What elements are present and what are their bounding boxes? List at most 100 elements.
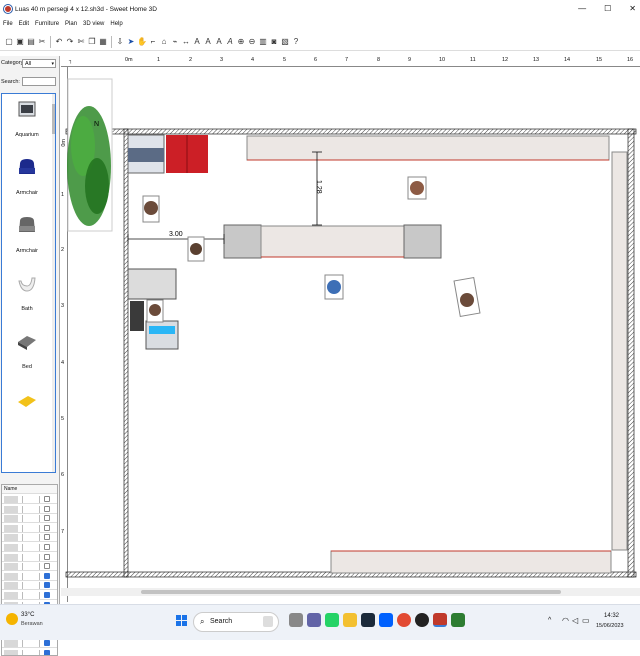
- weather-temp[interactable]: 33°C: [21, 612, 34, 618]
- decrease-text-icon[interactable]: A: [214, 36, 224, 48]
- create-photo-icon[interactable]: ▥: [258, 36, 268, 48]
- zoom-in-icon[interactable]: ⊕: [236, 36, 246, 48]
- visible-checkbox[interactable]: [44, 496, 50, 502]
- windows-start-icon[interactable]: [176, 615, 188, 627]
- menu-furniture[interactable]: Furniture: [35, 21, 59, 27]
- battery-icon[interactable]: ▭: [582, 616, 590, 625]
- whatsapp-icon[interactable]: [325, 613, 339, 627]
- furniture-list-row[interactable]: [2, 591, 57, 600]
- visible-checkbox[interactable]: [44, 649, 50, 655]
- visible-checkbox[interactable]: [44, 592, 50, 598]
- visible-checkbox[interactable]: [44, 544, 50, 550]
- help-icon[interactable]: ?: [291, 36, 301, 48]
- fish-tank[interactable]: [145, 320, 179, 350]
- pan-mode-icon[interactable]: ✋: [137, 36, 147, 48]
- counter-top-row[interactable]: [246, 135, 610, 161]
- italic-text-icon[interactable]: A: [225, 36, 235, 48]
- zoom-out-icon[interactable]: ⊖: [247, 36, 257, 48]
- select-mode-icon[interactable]: ➤: [126, 36, 136, 48]
- dimension-horizontal[interactable]: 3.00: [127, 231, 225, 244]
- furniture-list-row[interactable]: [2, 543, 57, 552]
- minimize-button[interactable]: —: [578, 4, 586, 13]
- catalog-item-bath[interactable]: Bath: [2, 268, 52, 326]
- plan-view[interactable]: ┐ 0m 1 2 3 4 5 6 7 8 9 10 11 12 13 14 15…: [61, 56, 640, 602]
- floor-plan-drawing[interactable]: N 3.00 1.28: [61, 56, 640, 602]
- visible-checkbox[interactable]: [44, 572, 50, 579]
- person-figure[interactable]: [324, 274, 344, 300]
- furniture-list-row[interactable]: [2, 562, 57, 572]
- red-curtain[interactable]: [166, 135, 208, 173]
- speaker-icon[interactable]: ◁: [572, 616, 578, 625]
- new-home-icon[interactable]: ▢: [4, 36, 14, 48]
- scrollbar-thumb[interactable]: [141, 590, 561, 594]
- redo-icon[interactable]: ↷: [65, 36, 75, 48]
- clock-date[interactable]: 15/06/2023: [596, 623, 624, 629]
- island-counter[interactable]: [223, 224, 442, 259]
- create-rooms-icon[interactable]: ⌂: [159, 36, 169, 48]
- task-view-icon[interactable]: [289, 613, 303, 627]
- cut-icon[interactable]: ✂: [37, 36, 47, 48]
- close-button[interactable]: ✕: [629, 4, 636, 13]
- media-player-icon[interactable]: [415, 613, 429, 627]
- wifi-icon[interactable]: ◠: [562, 616, 569, 625]
- create-polylines-icon[interactable]: ⌁: [170, 36, 180, 48]
- camera-icon[interactable]: ◙: [269, 36, 279, 48]
- scissors-icon[interactable]: ✄: [76, 36, 86, 48]
- furniture-list-row[interactable]: [2, 533, 57, 543]
- furniture-list-row[interactable]: [2, 572, 57, 581]
- catalog-item-partial[interactable]: [2, 384, 52, 442]
- store-icon[interactable]: [361, 613, 375, 627]
- furniture-list-row[interactable]: [2, 649, 57, 655]
- catalog-scrollbar[interactable]: [52, 94, 55, 472]
- counter-bottom-row[interactable]: [330, 550, 612, 574]
- plan-horizontal-scrollbar[interactable]: [61, 588, 640, 596]
- chrome-icon[interactable]: [397, 613, 411, 627]
- dropbox-icon[interactable]: [379, 613, 393, 627]
- person-figure[interactable]: [407, 176, 427, 200]
- sweet-home-3d-icon[interactable]: [433, 613, 447, 627]
- person-figure[interactable]: [187, 236, 205, 262]
- chevron-up-icon[interactable]: ^: [548, 617, 551, 624]
- dimension-vertical[interactable]: 1.28: [312, 151, 322, 226]
- app-icon-green[interactable]: [451, 613, 465, 627]
- furniture-list-row[interactable]: [2, 514, 57, 524]
- search-input[interactable]: [22, 77, 56, 86]
- person-figure[interactable]: [453, 276, 481, 318]
- paste-icon[interactable]: ▦: [98, 36, 108, 48]
- visible-checkbox[interactable]: [44, 534, 50, 541]
- person-figure[interactable]: [146, 299, 164, 323]
- catalog-item-armchair[interactable]: Armchair: [2, 210, 52, 268]
- visible-checkbox[interactable]: [44, 524, 50, 531]
- visible-checkbox[interactable]: [44, 553, 50, 560]
- furniture-list-row[interactable]: [2, 639, 57, 648]
- menu-help[interactable]: Help: [110, 21, 122, 27]
- furniture-list-row[interactable]: [2, 495, 57, 504]
- person-figure[interactable]: [142, 195, 160, 223]
- furniture-list-row[interactable]: [2, 581, 57, 591]
- chat-icon[interactable]: [307, 613, 321, 627]
- weather-icon[interactable]: [6, 613, 18, 625]
- furniture-list-row[interactable]: [2, 524, 57, 533]
- taskbar-search[interactable]: ⌕ Search: [193, 612, 279, 632]
- visible-checkbox[interactable]: [44, 582, 50, 589]
- menu-edit[interactable]: Edit: [19, 21, 29, 27]
- counter-right-column[interactable]: [611, 151, 628, 551]
- open-icon[interactable]: ▣: [15, 36, 25, 48]
- add-text-icon[interactable]: A: [192, 36, 202, 48]
- visible-checkbox[interactable]: [44, 563, 50, 570]
- visible-checkbox[interactable]: [44, 505, 50, 512]
- create-walls-icon[interactable]: ⌐: [148, 36, 158, 48]
- furniture-list-row[interactable]: [2, 505, 57, 514]
- column-name-header[interactable]: Name: [4, 486, 17, 493]
- catalog-item-armchair[interactable]: Armchair: [2, 152, 52, 210]
- catalog-item-bed[interactable]: Bed: [2, 326, 52, 384]
- tv-cabinet[interactable]: [127, 134, 165, 174]
- maximize-button[interactable]: ☐: [604, 4, 611, 13]
- weather-desc[interactable]: Berawan: [21, 621, 43, 627]
- copy-icon[interactable]: ❐: [87, 36, 97, 48]
- video-icon[interactable]: ▧: [280, 36, 290, 48]
- menu-plan[interactable]: Plan: [65, 21, 77, 27]
- category-select[interactable]: All ▾: [22, 59, 56, 68]
- add-furniture-icon[interactable]: ⇩: [115, 36, 125, 48]
- increase-text-icon[interactable]: A: [203, 36, 213, 48]
